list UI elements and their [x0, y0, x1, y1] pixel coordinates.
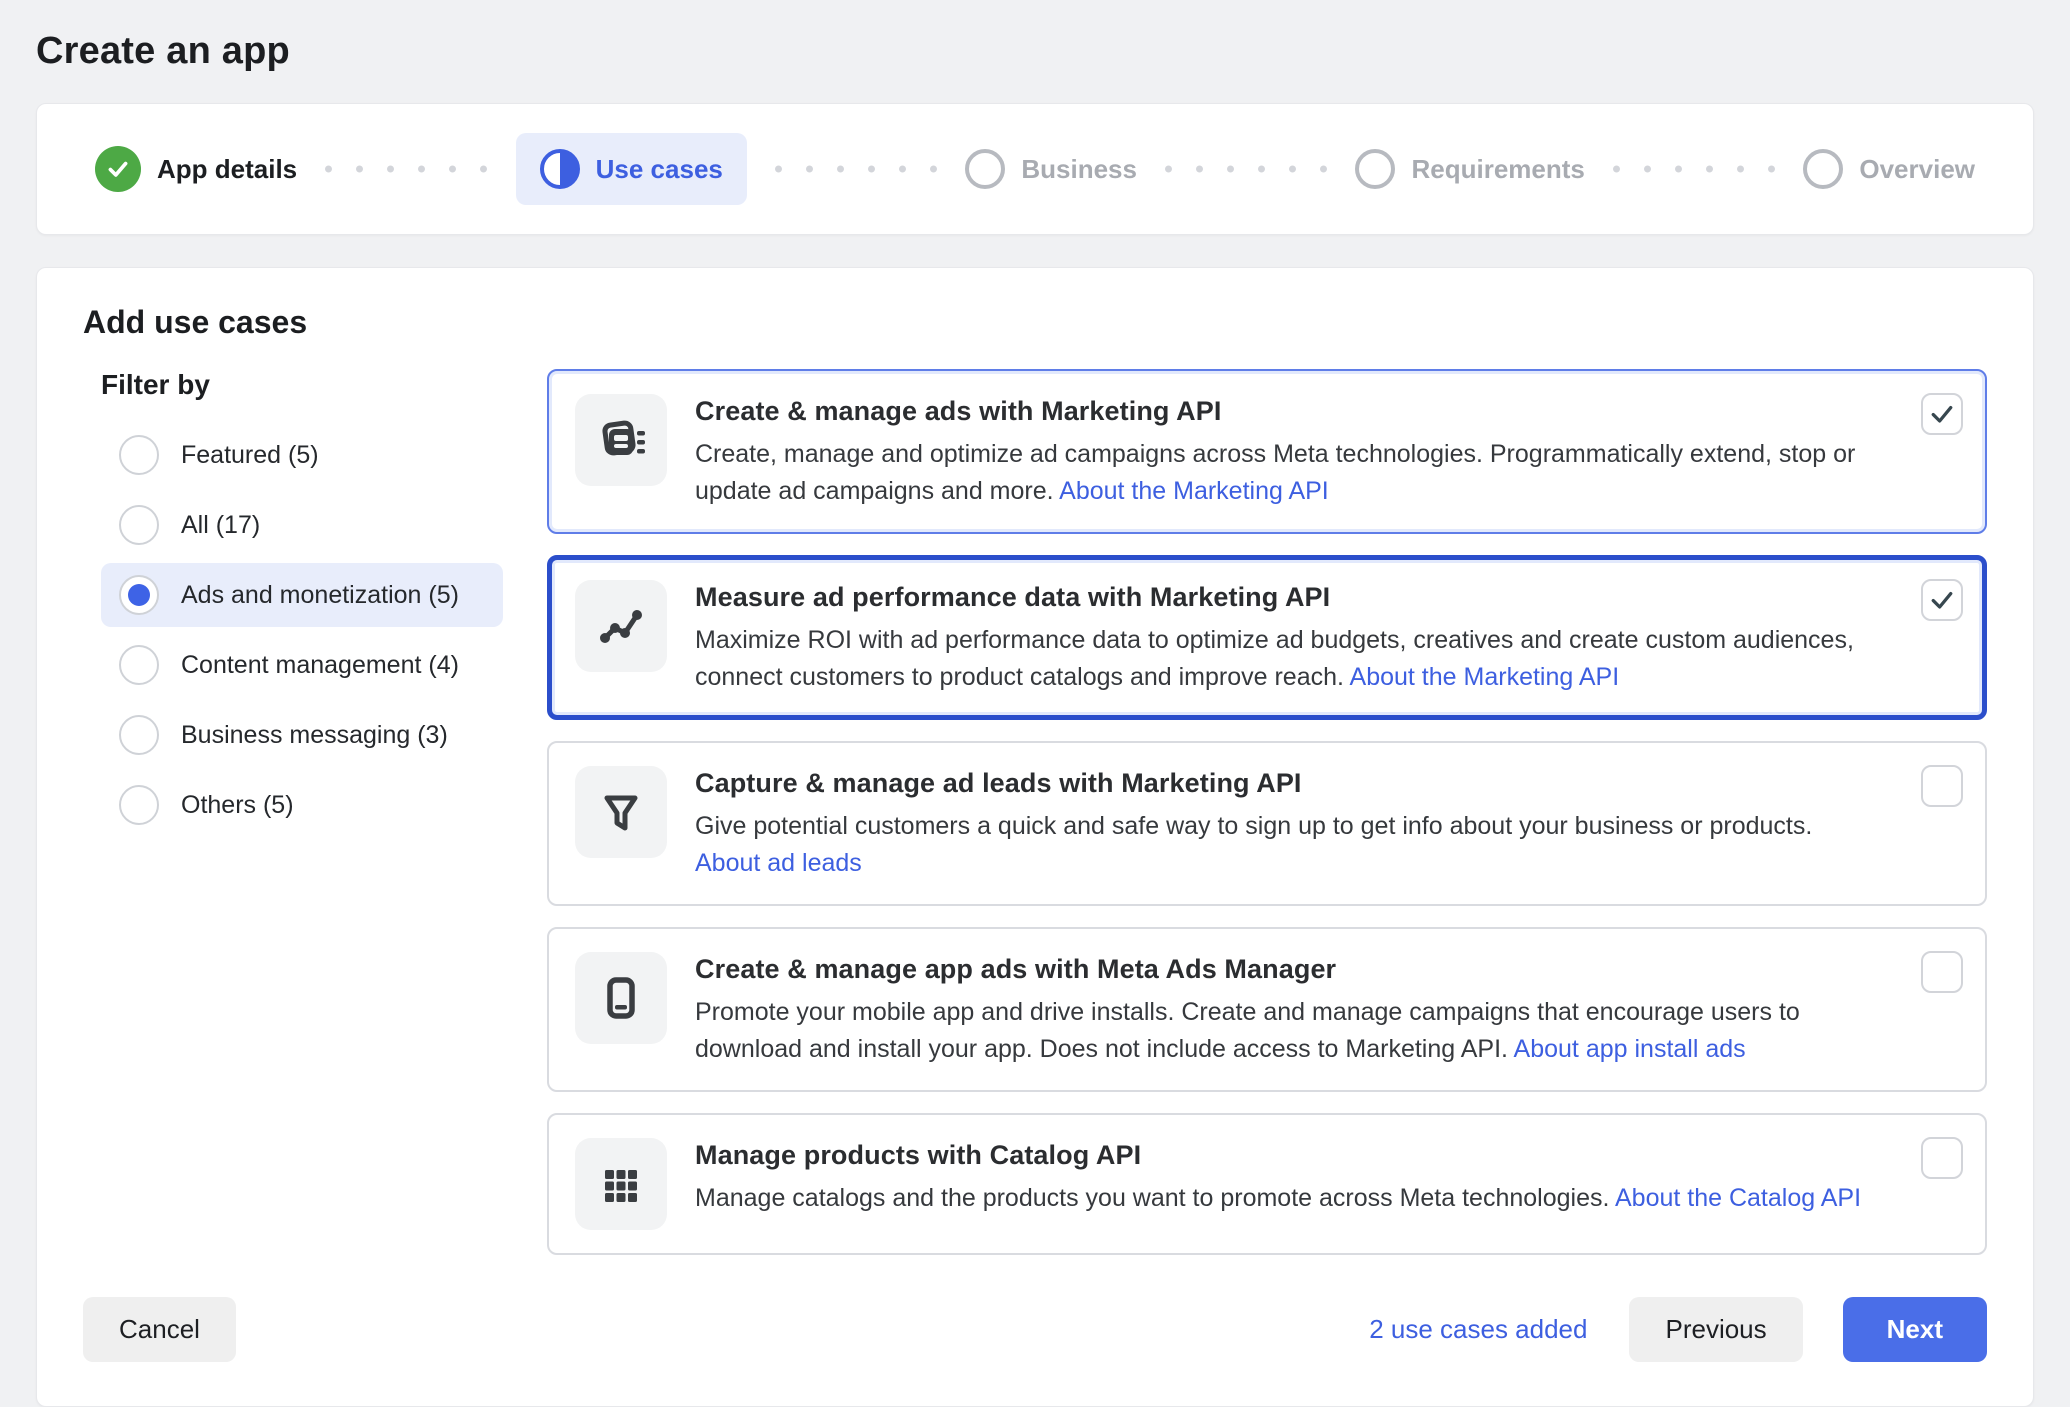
empty-circle-icon	[1803, 149, 1843, 189]
use-case-card-capture-ad-leads[interactable]: Capture & manage ad leads with Marketing…	[547, 741, 1987, 906]
stepper-dots	[1153, 165, 1340, 173]
stepper-dots	[763, 165, 950, 173]
empty-circle-icon	[965, 149, 1005, 189]
stepper-dots	[1601, 165, 1788, 173]
filter-option-all[interactable]: All (17)	[101, 493, 503, 557]
filter-title: Filter by	[101, 369, 503, 401]
about-marketing-api-link[interactable]: About the Marketing API	[1350, 663, 1620, 691]
filter-option-business-messaging[interactable]: Business messaging (3)	[101, 703, 503, 767]
use-case-list: Create & manage ads with Marketing API C…	[547, 369, 1987, 1255]
use-case-checkbox-unchecked[interactable]	[1921, 951, 1963, 993]
wizard-footer: Cancel 2 use cases added Previous Next	[83, 1297, 1987, 1362]
filter-label: Business messaging (3)	[181, 721, 448, 750]
use-case-title: Create & manage ads with Marketing API	[695, 396, 1875, 427]
add-use-cases-panel: Add use cases Filter by Featured (5) All…	[36, 267, 2034, 1407]
filter-label: All (17)	[181, 511, 260, 540]
radio-icon	[119, 645, 159, 685]
use-case-title: Capture & manage ad leads with Marketing…	[695, 768, 1875, 799]
use-case-title: Create & manage app ads with Meta Ads Ma…	[695, 954, 1875, 985]
filter-label: Featured (5)	[181, 441, 319, 470]
step-label: Requirements	[1411, 154, 1584, 185]
use-case-title: Measure ad performance data with Marketi…	[695, 582, 1875, 613]
filter-label: Content management (4)	[181, 651, 459, 680]
use-case-card-create-manage-ads[interactable]: Create & manage ads with Marketing API C…	[547, 369, 1987, 534]
about-catalog-api-link[interactable]: About the Catalog API	[1615, 1184, 1861, 1212]
use-case-checkbox-unchecked[interactable]	[1921, 1137, 1963, 1179]
about-app-install-ads-link[interactable]: About app install ads	[1514, 1035, 1746, 1063]
cancel-button[interactable]: Cancel	[83, 1297, 236, 1362]
use-case-description: Maximize ROI with ad performance data to…	[695, 622, 1875, 695]
step-app-details[interactable]: App details	[95, 146, 297, 192]
radio-selected-icon	[119, 575, 159, 615]
use-case-description: Create, manage and optimize ad campaigns…	[695, 436, 1875, 509]
next-button[interactable]: Next	[1843, 1297, 1987, 1362]
check-circle-icon	[95, 146, 141, 192]
step-use-cases[interactable]: Use cases	[516, 133, 747, 205]
section-title: Add use cases	[83, 304, 1987, 341]
use-case-card-measure-ad-performance[interactable]: Measure ad performance data with Marketi…	[547, 555, 1987, 720]
step-label: Use cases	[596, 154, 723, 185]
step-requirements: Requirements	[1355, 149, 1584, 189]
use-case-checkbox-checked[interactable]	[1921, 579, 1963, 621]
stepper-dots	[313, 165, 500, 173]
step-label: Business	[1021, 154, 1137, 185]
catalog-grid-icon	[575, 1138, 667, 1230]
use-case-checkbox-checked[interactable]	[1921, 393, 1963, 435]
use-case-title: Manage products with Catalog API	[695, 1140, 1875, 1171]
radio-icon	[119, 785, 159, 825]
wizard-stepper: App details Use cases Business Requireme…	[36, 103, 2034, 235]
previous-button[interactable]: Previous	[1629, 1297, 1802, 1362]
funnel-icon	[575, 766, 667, 858]
about-marketing-api-link[interactable]: About the Marketing API	[1059, 477, 1329, 505]
filter-option-featured[interactable]: Featured (5)	[101, 423, 503, 487]
step-overview: Overview	[1803, 149, 1975, 189]
filter-label: Ads and monetization (5)	[181, 581, 459, 610]
step-business: Business	[965, 149, 1137, 189]
trend-line-icon	[575, 580, 667, 672]
filter-option-others[interactable]: Others (5)	[101, 773, 503, 837]
use-case-description: Manage catalogs and the products you wan…	[695, 1180, 1875, 1217]
radio-icon	[119, 435, 159, 475]
use-case-checkbox-unchecked[interactable]	[1921, 765, 1963, 807]
use-case-description: Give potential customers a quick and saf…	[695, 808, 1875, 881]
page-title: Create an app	[36, 30, 2034, 73]
half-filled-circle-icon	[540, 149, 580, 189]
use-case-description: Promote your mobile app and drive instal…	[695, 994, 1875, 1067]
step-label: Overview	[1859, 154, 1975, 185]
filter-option-content-management[interactable]: Content management (4)	[101, 633, 503, 697]
radio-icon	[119, 505, 159, 545]
filter-option-ads-and-monetization[interactable]: Ads and monetization (5)	[101, 563, 503, 627]
step-label: App details	[157, 154, 297, 185]
use-cases-added-link[interactable]: 2 use cases added	[1369, 1314, 1587, 1345]
radio-icon	[119, 715, 159, 755]
create-app-page: Create an app App details Use cases Busi…	[0, 0, 2070, 1407]
use-case-card-app-ads-meta-ads-manager[interactable]: Create & manage app ads with Meta Ads Ma…	[547, 927, 1987, 1092]
filter-sidebar: Filter by Featured (5) All (17) Ads and …	[83, 369, 503, 843]
use-case-card-manage-products-catalog[interactable]: Manage products with Catalog API Manage …	[547, 1113, 1987, 1255]
mobile-phone-icon	[575, 952, 667, 1044]
about-ad-leads-link[interactable]: About ad leads	[695, 849, 862, 877]
filter-label: Others (5)	[181, 791, 294, 820]
ads-stack-icon	[575, 394, 667, 486]
empty-circle-icon	[1355, 149, 1395, 189]
